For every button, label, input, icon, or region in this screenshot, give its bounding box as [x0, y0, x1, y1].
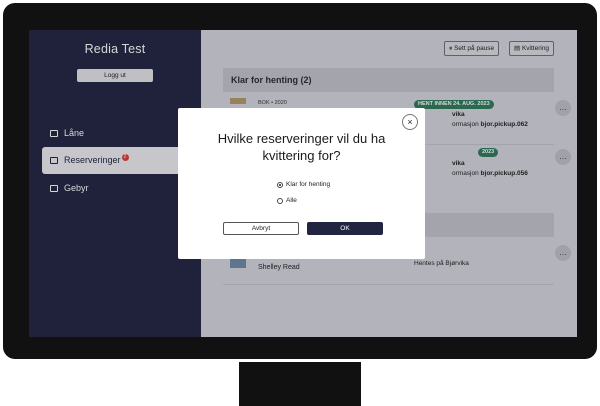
radio-label: Klar for henting	[286, 181, 331, 188]
monitor-stand	[239, 362, 361, 406]
dialog-title: Hvilke reserveringer vil du ha kvitterin…	[217, 131, 386, 163]
monitor-bezel: Redia Test Logg ut Låne Reserveringer 2 …	[3, 3, 597, 359]
radio-label: Alle	[286, 197, 297, 204]
radio-button[interactable]	[277, 197, 283, 204]
cancel-button[interactable]: Avbryt	[223, 222, 299, 235]
radio-option-all[interactable]: Alle	[277, 197, 297, 204]
radio-option-ready[interactable]: Klar for henting	[277, 181, 330, 188]
ok-button[interactable]: OK	[307, 222, 383, 235]
radio-button[interactable]	[277, 181, 283, 188]
close-icon[interactable]: ×	[402, 114, 418, 130]
screen: Redia Test Logg ut Låne Reserveringer 2 …	[29, 30, 577, 337]
receipt-dialog: × Hvilke reserveringer vil du ha kvitter…	[178, 108, 425, 259]
